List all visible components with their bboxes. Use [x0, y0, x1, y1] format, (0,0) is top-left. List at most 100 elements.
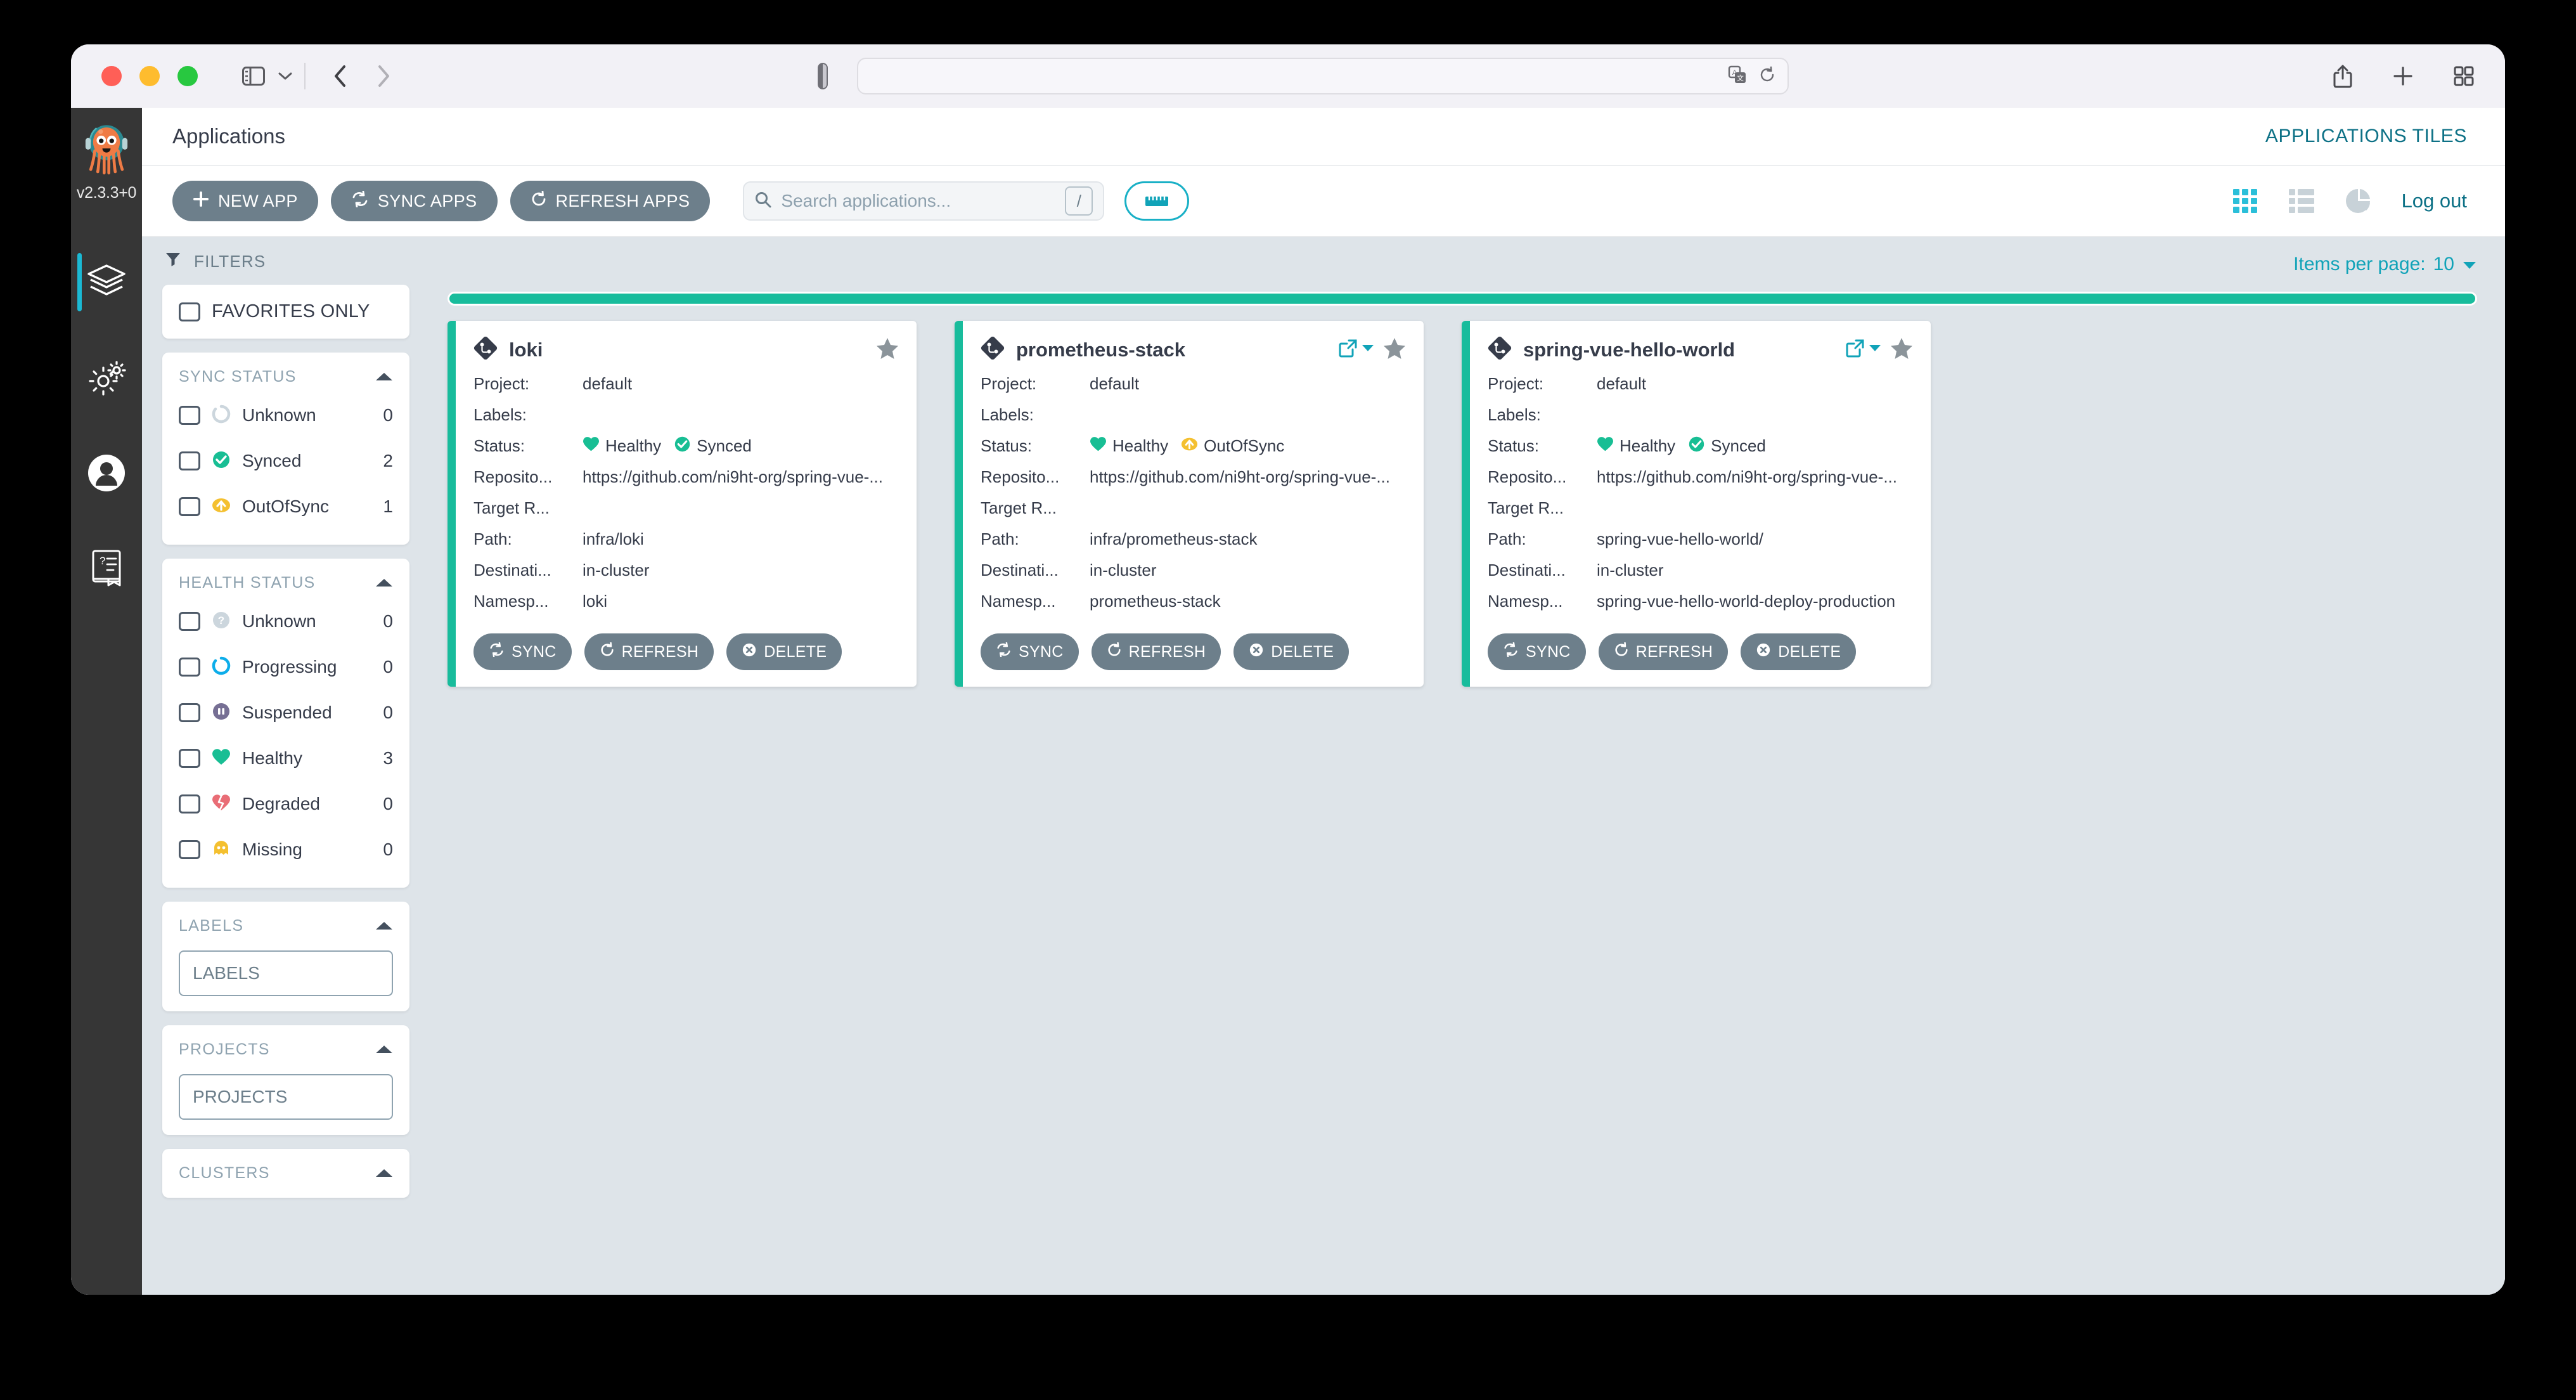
clusters-header[interactable]: CLUSTERS	[179, 1164, 393, 1183]
application-card-loki[interactable]: loki Project: default Labels: Status: He…	[448, 321, 917, 687]
minimize-window-button[interactable]	[139, 66, 160, 86]
caret-up-icon[interactable]	[375, 1040, 393, 1059]
favorite-star-icon[interactable]	[876, 337, 899, 362]
progressing-checkbox[interactable]	[179, 658, 200, 677]
tab-overview-icon[interactable]	[2453, 65, 2475, 87]
close-window-button[interactable]	[101, 66, 122, 86]
logout-button[interactable]: Log out	[2402, 190, 2467, 212]
filter-row-health-unknown[interactable]: ? Unknown 0	[179, 599, 393, 644]
filter-row-sync-unknown[interactable]: Unknown 0	[179, 392, 393, 438]
filter-row-progressing[interactable]: Progressing 0	[179, 644, 393, 690]
repository-value[interactable]: https://github.com/ni9ht-org/spring-vue-…	[583, 467, 899, 487]
sync-status-header[interactable]: SYNC STATUS	[179, 368, 393, 386]
caret-up-icon[interactable]	[375, 368, 393, 386]
sidebar-item-documentation[interactable]: ?	[71, 521, 142, 616]
card-sync-button[interactable]: SYNC	[981, 633, 1079, 670]
maximize-window-button[interactable]	[177, 66, 198, 86]
card-sync-button[interactable]: SYNC	[1488, 633, 1586, 670]
sync-icon	[351, 190, 369, 212]
keyboard-shortcuts-button[interactable]	[1124, 181, 1190, 221]
search-input[interactable]	[781, 191, 1066, 211]
new-app-button[interactable]: NEW APP	[172, 181, 318, 221]
tiles-view-toggle[interactable]	[2232, 188, 2258, 214]
address-bar[interactable]: A文	[857, 58, 1789, 94]
sidebar-item-applications[interactable]	[71, 235, 142, 330]
repository-value[interactable]: https://github.com/ni9ht-org/spring-vue-…	[1090, 467, 1406, 487]
filter-row-outofsync[interactable]: OutOfSync 1	[179, 484, 393, 529]
sidebar-item-settings[interactable]	[71, 330, 142, 425]
sidebar-toggle-icon[interactable]	[242, 67, 265, 86]
projects-input[interactable]	[179, 1074, 393, 1120]
labels-key: Labels:	[473, 405, 527, 424]
reader-mode-icon[interactable]	[818, 63, 828, 89]
outofsync-checkbox[interactable]	[179, 497, 200, 516]
card-delete-button[interactable]: DELETE	[1741, 633, 1857, 670]
new-tab-icon[interactable]	[2392, 65, 2414, 87]
refresh-apps-button[interactable]: REFRESH APPS	[510, 181, 711, 221]
repository-value[interactable]: https://github.com/ni9ht-org/spring-vue-…	[1597, 467, 1913, 487]
list-view-toggle[interactable]	[2288, 188, 2315, 214]
healthy-checkbox[interactable]	[179, 749, 200, 768]
health-unknown-count: 0	[383, 611, 393, 631]
card-header-actions	[1339, 337, 1406, 362]
card-refresh-button[interactable]: REFRESH	[584, 633, 714, 670]
app-name[interactable]: prometheus-stack	[1016, 339, 1185, 361]
sidebar-item-user-info[interactable]	[71, 425, 142, 521]
window-controls	[101, 66, 198, 86]
app-name[interactable]: loki	[509, 339, 543, 361]
caret-up-icon[interactable]	[375, 574, 393, 592]
filter-row-synced[interactable]: Synced 2	[179, 438, 393, 484]
search-applications-box[interactable]: /	[743, 181, 1105, 221]
labels-input[interactable]	[179, 950, 393, 996]
card-refresh-button[interactable]: REFRESH	[1091, 633, 1221, 670]
filter-row-healthy[interactable]: Healthy 3	[179, 736, 393, 781]
applications-tiles-label[interactable]: APPLICATIONS TILES	[2265, 126, 2467, 147]
sync-unknown-checkbox[interactable]	[179, 406, 200, 425]
filter-row-missing[interactable]: Missing 0	[179, 827, 393, 872]
svg-text:?: ?	[218, 614, 224, 626]
labels-header[interactable]: LABELS	[179, 917, 393, 935]
card-delete-button[interactable]: DELETE	[726, 633, 842, 670]
card-row-labels: Labels:	[981, 399, 1406, 431]
filter-row-degraded[interactable]: Degraded 0	[179, 781, 393, 827]
application-card-spring-vue-hello-world[interactable]: spring-vue-hello-world Project: default …	[1462, 321, 1931, 687]
card-refresh-button[interactable]: REFRESH	[1598, 633, 1729, 670]
favorite-star-icon[interactable]	[1890, 337, 1913, 362]
argocd-version: v2.3.3+0	[76, 184, 137, 202]
suspended-checkbox[interactable]	[179, 703, 200, 722]
refresh-icon	[1107, 642, 1122, 662]
caret-up-icon[interactable]	[375, 917, 393, 935]
degraded-label: Degraded	[242, 794, 320, 813]
application-card-prometheus-stack[interactable]: prometheus-stack Project: default Labels…	[955, 321, 1424, 687]
favorites-only-checkbox[interactable]	[179, 302, 200, 321]
projects-header[interactable]: PROJECTS	[179, 1040, 393, 1059]
share-icon[interactable]	[2333, 64, 2353, 88]
health-status-header[interactable]: HEALTH STATUS	[179, 574, 393, 592]
app-name[interactable]: spring-vue-hello-world	[1523, 339, 1735, 361]
forward-button[interactable]	[377, 65, 390, 88]
synced-checkbox[interactable]	[179, 451, 200, 470]
refresh-icon	[531, 190, 547, 212]
summary-pie-view-toggle[interactable]	[2345, 188, 2373, 214]
path-key: Path:	[981, 529, 1019, 548]
health-unknown-checkbox[interactable]	[179, 612, 200, 631]
items-per-page-dropdown[interactable]: Items per page: 10	[2293, 254, 2477, 275]
sync-apps-button[interactable]: SYNC APPS	[330, 181, 498, 221]
back-button[interactable]	[333, 65, 347, 88]
translate-icon[interactable]: A文	[1728, 65, 1747, 88]
chevron-down-icon[interactable]	[278, 71, 293, 81]
caret-up-icon[interactable]	[375, 1164, 393, 1183]
favorites-only-card[interactable]: FAVORITES ONLY	[162, 285, 409, 339]
argocd-logo-icon[interactable]	[77, 120, 136, 179]
destination-value: in-cluster	[1090, 561, 1157, 580]
filter-row-suspended[interactable]: Suspended 0	[179, 690, 393, 736]
missing-checkbox[interactable]	[179, 840, 200, 859]
degraded-checkbox[interactable]	[179, 794, 200, 813]
reload-icon[interactable]	[1758, 66, 1776, 87]
external-link-dropdown[interactable]	[1339, 339, 1374, 361]
card-sync-button[interactable]: SYNC	[473, 633, 572, 670]
external-link-dropdown[interactable]	[1846, 339, 1881, 361]
favorite-star-icon[interactable]	[1383, 337, 1406, 362]
card-delete-button[interactable]: DELETE	[1233, 633, 1349, 670]
broken-heart-icon	[212, 794, 231, 815]
